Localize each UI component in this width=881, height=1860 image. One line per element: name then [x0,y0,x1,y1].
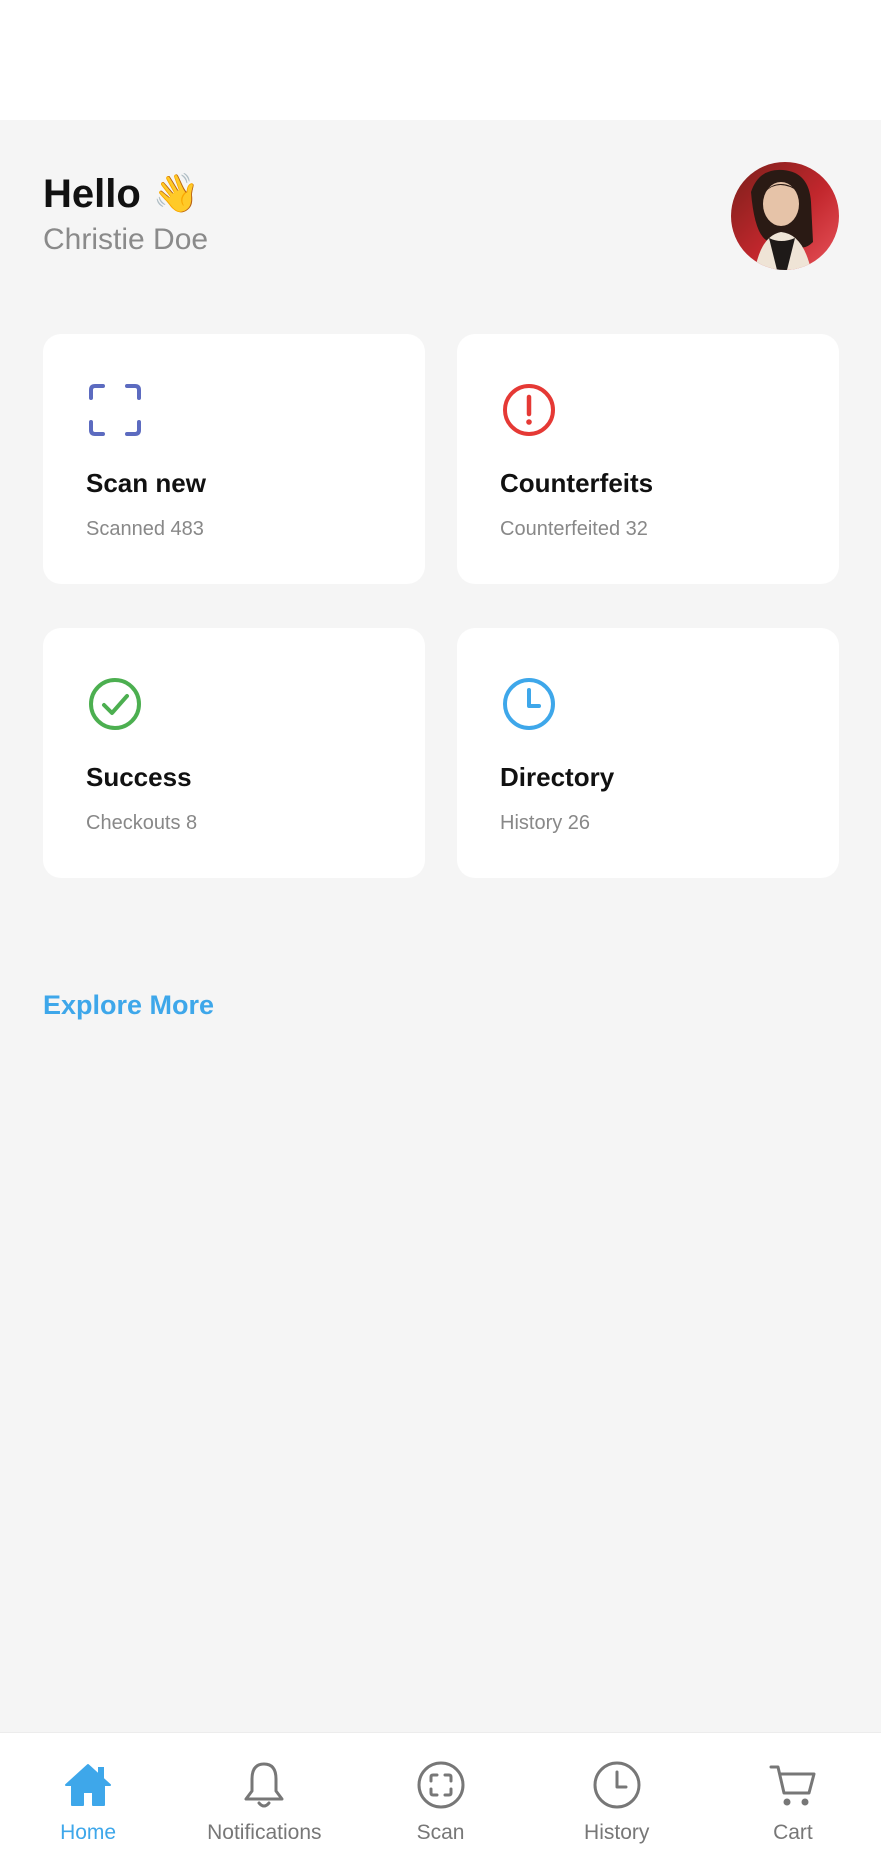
avatar[interactable] [731,162,839,270]
wave-emoji: 👋 [152,173,201,215]
nav-item-home[interactable]: Home [0,1733,176,1860]
nav-label: Notifications [207,1821,322,1844]
card-subtitle: History 26 [500,812,591,834]
nav-label: History [584,1821,650,1844]
status-bar [0,0,881,120]
nav-label: Home [60,1821,117,1844]
nav-item-notifications[interactable]: Notifications [176,1733,352,1860]
hello-row: Hello 👋 [43,170,208,218]
clock-icon [593,1761,641,1809]
card-title: Counterfeits [500,468,654,498]
check-circle-icon [89,678,141,730]
explore-more-link[interactable]: Explore More [43,990,214,1021]
card-title: Success [86,762,192,792]
success-card[interactable]: Success Checkouts 8 [43,628,425,878]
home-screen: Hello 👋 Christie Doe Scan new Scanned 48… [0,120,881,1732]
user-name: Christie Doe [43,223,209,256]
nav-item-history[interactable]: History [529,1733,705,1860]
card-subtitle: Counterfeited 32 [500,518,648,540]
clock-icon [503,678,555,730]
cart-icon [769,1765,816,1806]
directory-card[interactable]: Directory History 26 [457,628,839,878]
card-subtitle: Scanned 483 [86,518,204,540]
avatar-photo [731,162,839,270]
bell-icon [244,1762,284,1808]
card-title: Scan new [86,468,206,498]
scan-frame-icon [89,384,141,436]
scan-icon [417,1761,464,1809]
home-icon [65,1764,112,1806]
alert-circle-icon [503,384,555,436]
nav-item-scan[interactable]: Scan [352,1733,528,1860]
scan-new-card[interactable]: Scan new Scanned 483 [43,334,425,584]
hello-text: Hello [43,172,141,216]
card-title: Directory [500,762,615,792]
bottom-nav: Home Notifications Scan History Cart [0,1732,881,1860]
nav-item-cart[interactable]: Cart [705,1733,881,1860]
nav-label: Scan [416,1821,465,1844]
greeting: Hello 👋 Christie Doe [43,170,208,258]
counterfeits-card[interactable]: Counterfeits Counterfeited 32 [457,334,839,584]
card-subtitle: Checkouts 8 [86,812,198,834]
nav-label: Cart [773,1821,813,1844]
